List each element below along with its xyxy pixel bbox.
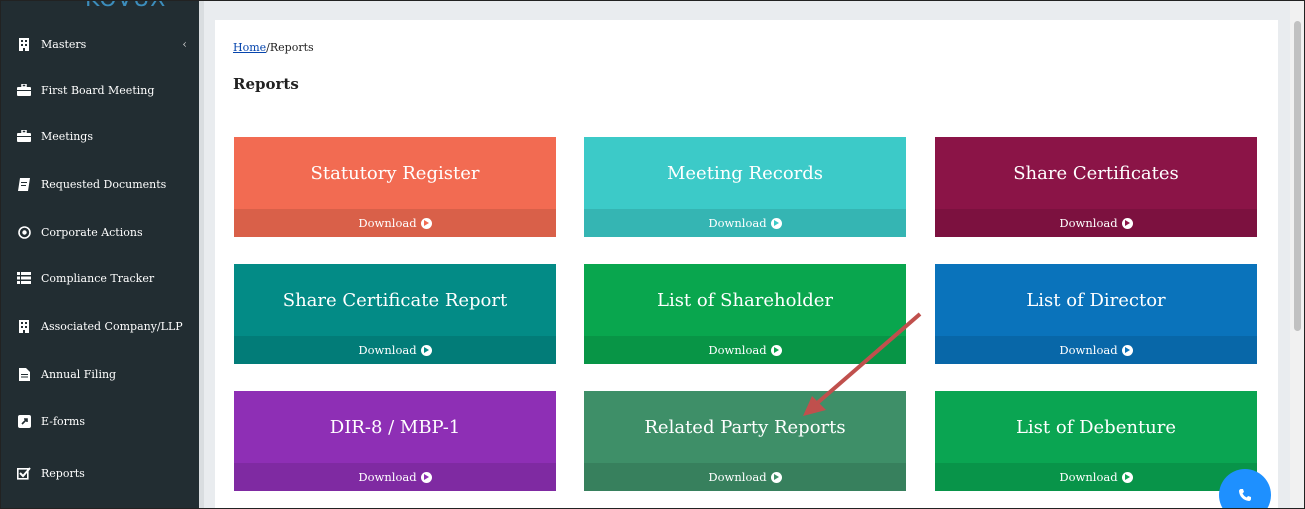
report-tile-meeting-records[interactable]: Meeting Records Download <box>584 137 906 237</box>
building-icon <box>17 37 31 51</box>
tile-title: Related Party Reports <box>644 416 846 438</box>
file-icon <box>17 367 31 381</box>
tile-title: DIR-8 / MBP-1 <box>329 416 461 438</box>
download-link[interactable]: Download <box>935 336 1257 364</box>
download-link[interactable]: Download <box>584 336 906 364</box>
report-tile-share-certificates[interactable]: Share Certificates Download <box>935 137 1257 237</box>
phone-icon <box>1239 489 1251 501</box>
download-link[interactable]: Download <box>584 463 906 491</box>
sidebar-item-label: Masters <box>41 37 87 51</box>
target-icon <box>17 225 31 239</box>
download-link[interactable]: Download <box>584 209 906 237</box>
tile-title: Share Certificates <box>1013 162 1179 184</box>
arrow-circle-right-icon <box>420 344 432 356</box>
building-icon <box>17 319 31 333</box>
sidebar-item-label: Meetings <box>41 129 93 143</box>
arrow-circle-right-icon <box>1121 471 1133 483</box>
arrow-circle-right-icon <box>770 344 782 356</box>
chevron-left-icon[interactable]: ‹ <box>182 37 187 51</box>
breadcrumb-home-link[interactable]: Home <box>233 41 266 54</box>
arrow-circle-right-icon <box>420 471 432 483</box>
sidebar-item-label: Requested Documents <box>41 177 167 191</box>
tile-title: List of Director <box>1026 289 1166 311</box>
download-link[interactable]: Download <box>935 463 1257 491</box>
breadcrumb-current: /Reports <box>266 41 314 54</box>
arrow-circle-right-icon <box>1121 217 1133 229</box>
report-tile-share-certificate-report[interactable]: Share Certificate Report Download <box>234 264 556 364</box>
sidebar-item-corporate-actions[interactable]: Corporate Actions <box>1 217 199 247</box>
sidebar: KOVUX Masters ‹ First Board Meeting Meet… <box>1 1 199 508</box>
sidebar-item-label: Compliance Tracker <box>41 271 155 285</box>
external-link-icon <box>17 414 31 428</box>
sidebar-item-label: Corporate Actions <box>41 225 143 239</box>
sidebar-item-compliance-tracker[interactable]: Compliance Tracker <box>1 263 199 293</box>
main-content: Home/Reports Reports Statutory Register … <box>215 20 1278 508</box>
report-tile-related-party-reports[interactable]: Related Party Reports Download <box>584 391 906 491</box>
sidebar-item-meetings[interactable]: Meetings <box>1 121 199 151</box>
report-tile-list-of-debenture[interactable]: List of Debenture Download <box>935 391 1257 491</box>
report-tile-list-of-director[interactable]: List of Director Download <box>935 264 1257 364</box>
download-link[interactable]: Download <box>935 209 1257 237</box>
logo: KOVUX <box>85 1 166 12</box>
download-link[interactable]: Download <box>234 336 556 364</box>
tile-title: List of Debenture <box>1015 416 1177 438</box>
sidebar-item-label: First Board Meeting <box>41 83 155 97</box>
arrow-circle-right-icon <box>1121 344 1133 356</box>
arrow-circle-right-icon <box>770 471 782 483</box>
sidebar-divider <box>199 1 204 508</box>
sidebar-item-label: Associated Company/LLP <box>41 319 183 333</box>
sidebar-item-masters[interactable]: Masters ‹ <box>1 29 199 59</box>
sidebar-item-label: E-forms <box>41 414 85 428</box>
page-title: Reports <box>233 75 299 93</box>
scrollbar-thumb[interactable] <box>1294 21 1301 331</box>
sidebar-item-requested-documents[interactable]: Requested Documents <box>1 169 199 199</box>
document-icon <box>17 177 31 191</box>
scrollbar[interactable] <box>1290 1 1304 508</box>
sidebar-item-label: Annual Filing <box>41 367 117 381</box>
tile-title: List of Shareholder <box>656 289 833 311</box>
list-icon <box>17 271 31 285</box>
sidebar-item-first-board-meeting[interactable]: First Board Meeting <box>1 75 199 105</box>
sidebar-item-reports[interactable]: Reports <box>1 458 199 488</box>
download-link[interactable]: Download <box>234 209 556 237</box>
download-link[interactable]: Download <box>234 463 556 491</box>
briefcase-icon <box>17 129 31 143</box>
checkbox-icon <box>17 466 31 480</box>
report-tile-dir-8-mbp-1[interactable]: DIR-8 / MBP-1 Download <box>234 391 556 491</box>
breadcrumb: Home/Reports <box>233 41 314 54</box>
arrow-circle-right-icon <box>770 217 782 229</box>
report-tile-statutory-register[interactable]: Statutory Register Download <box>234 137 556 237</box>
app-window: KOVUX Masters ‹ First Board Meeting Meet… <box>0 0 1305 509</box>
report-tile-list-of-shareholder[interactable]: List of Shareholder Download <box>584 264 906 364</box>
arrow-circle-right-icon <box>420 217 432 229</box>
sidebar-item-e-forms[interactable]: E-forms <box>1 406 199 436</box>
sidebar-item-label: Reports <box>41 466 85 480</box>
briefcase-icon <box>17 83 31 97</box>
sidebar-item-annual-filing[interactable]: Annual Filing <box>1 359 199 389</box>
sidebar-item-associated-company[interactable]: Associated Company/LLP <box>1 311 199 341</box>
tile-title: Meeting Records <box>666 162 824 184</box>
tile-title: Share Certificate Report <box>282 289 508 311</box>
tile-title: Statutory Register <box>310 162 480 184</box>
